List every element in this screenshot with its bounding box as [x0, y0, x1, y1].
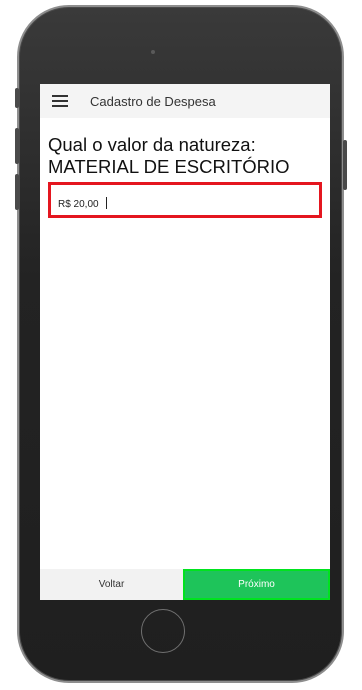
- volume-up-button: [15, 128, 19, 164]
- question-line-1: Qual o valor da natureza:: [48, 134, 256, 155]
- value-input[interactable]: [58, 197, 308, 211]
- question-line-2: MATERIAL DE ESCRITÓRIO: [48, 156, 290, 177]
- hamburger-menu-icon[interactable]: [52, 95, 68, 107]
- bottom-action-bar: Voltar Próximo: [40, 569, 330, 600]
- top-bar: Cadastro de Despesa: [40, 84, 330, 118]
- app-screen: Cadastro de Despesa Qual o valor da natu…: [40, 84, 330, 600]
- question-text: Qual o valor da natureza: MATERIAL DE ES…: [48, 134, 328, 178]
- home-button[interactable]: [141, 609, 185, 653]
- front-camera-dot: [151, 50, 155, 54]
- back-button[interactable]: Voltar: [40, 569, 183, 600]
- text-cursor: [106, 197, 107, 209]
- page-title: Cadastro de Despesa: [90, 94, 216, 109]
- volume-down-button: [15, 174, 19, 210]
- next-button[interactable]: Próximo: [183, 569, 330, 600]
- mute-switch: [15, 88, 19, 108]
- power-button: [343, 140, 347, 190]
